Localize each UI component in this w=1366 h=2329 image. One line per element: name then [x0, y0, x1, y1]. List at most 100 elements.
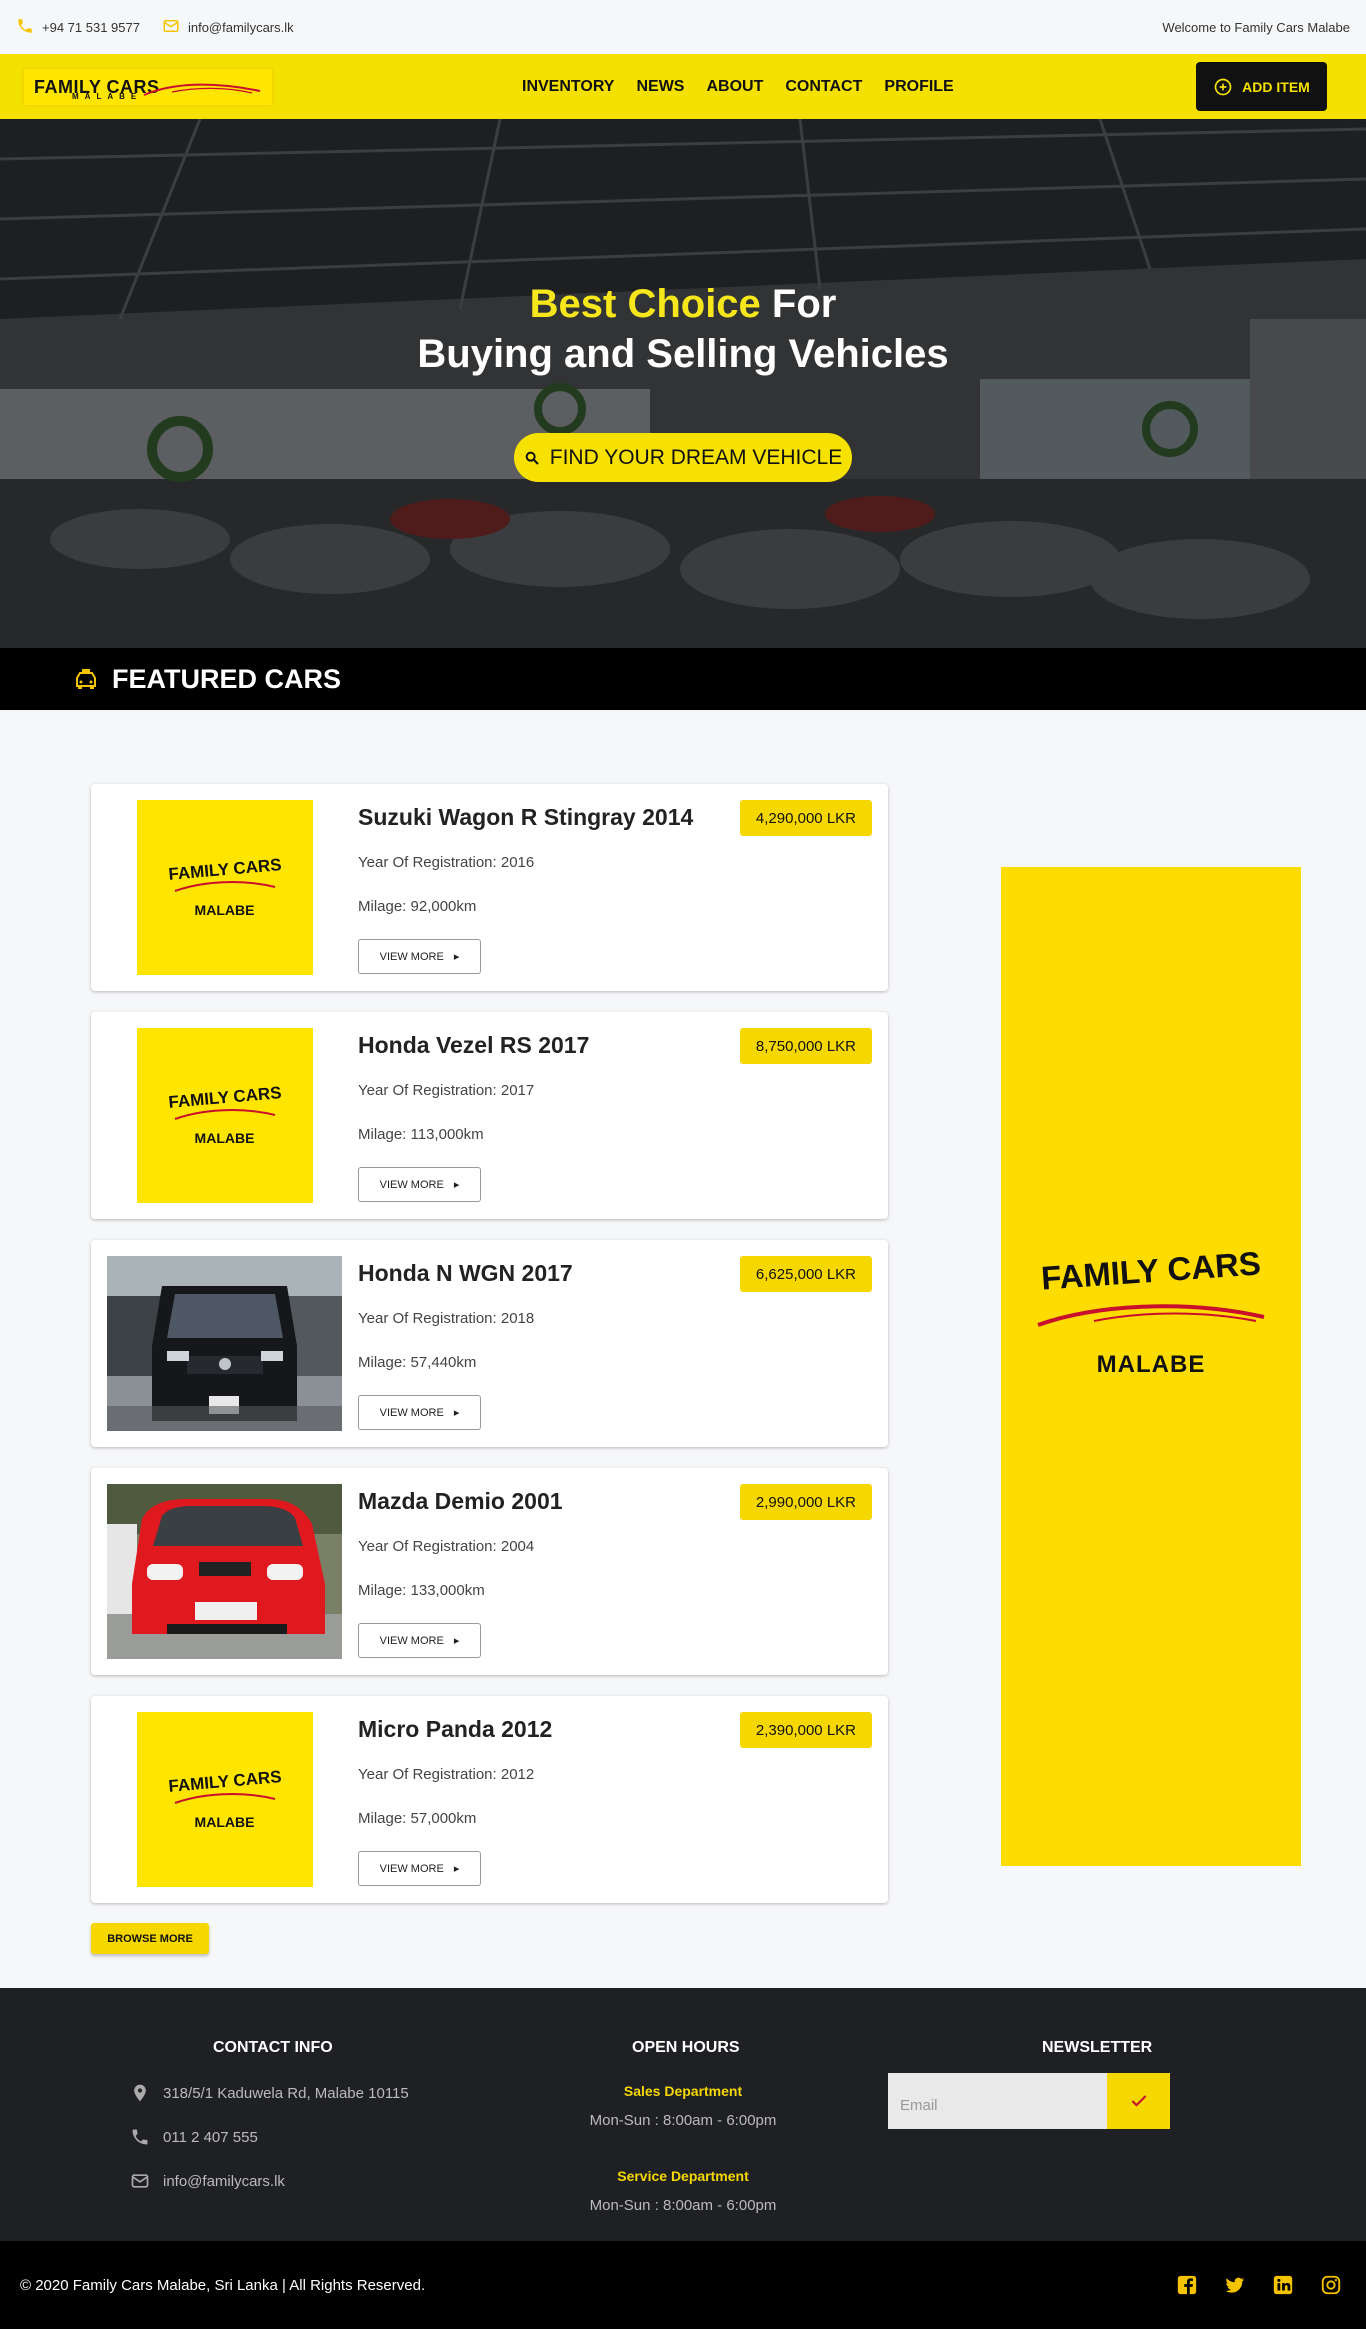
footer-email[interactable]: info@familycars.lk [130, 2171, 285, 2191]
car-registration: Year Of Registration: 2004 [358, 1538, 535, 1555]
phone-icon [16, 17, 34, 38]
search-icon [525, 451, 539, 465]
car-card: Honda N WGN 2017 Year Of Registration: 2… [91, 1240, 888, 1447]
footer-email-text: info@familycars.lk [163, 2172, 285, 2190]
nav-about[interactable]: ABOUT [706, 78, 763, 96]
hero-banner: Best Choice For Buying and Selling Vehic… [0, 119, 1366, 648]
mail-icon [131, 2174, 149, 2188]
service-hours: Mon-Sun : 8:00am - 6:00pm [589, 2197, 777, 2214]
car-swoosh-icon [143, 83, 261, 96]
open-hours-heading: OPEN HOURS [632, 2039, 740, 2056]
car-name[interactable]: Mazda Demio 2001 [358, 1488, 563, 1515]
price-badge: 8,750,000 LKR [739, 1028, 872, 1064]
newsletter-email-input[interactable]: Email [888, 2073, 1107, 2129]
social-links [1176, 2274, 1342, 2296]
hero-overlay [0, 119, 1366, 648]
view-more-button[interactable]: VIEW MORE ▸ [358, 939, 481, 974]
car-name[interactable]: Suzuki Wagon R Stingray 2014 [358, 804, 693, 831]
main-navbar: FAMILY CARS MALABE INVENTORY NEWS ABOUT … [0, 54, 1366, 119]
nav-profile[interactable]: PROFILE [884, 78, 953, 96]
hero-title-highlight: Best Choice [529, 282, 761, 326]
linkedin-icon[interactable] [1272, 2274, 1294, 2296]
footer-address: 318/5/1 Kaduwela Rd, Malabe 10115 [130, 2083, 409, 2103]
view-more-button[interactable]: VIEW MORE ▸ [358, 1623, 481, 1658]
plus-circle-icon [1214, 78, 1232, 95]
newsletter-submit-button[interactable] [1107, 2073, 1170, 2129]
site-footer: CONTACT INFO 318/5/1 Kaduwela Rd, Malabe… [0, 1988, 1366, 2241]
car-registration: Year Of Registration: 2012 [358, 1766, 535, 1783]
instagram-icon[interactable] [1320, 2274, 1342, 2296]
view-more-label: VIEW MORE [379, 950, 444, 963]
featured-heading: FEATURED CARS [112, 663, 341, 694]
topbar-email[interactable]: info@familycars.lk [162, 17, 294, 38]
hero-title-line2: Buying and Selling Vehicles [417, 332, 949, 376]
top-info-bar: +94 71 531 9577 info@familycars.lk Welco… [0, 0, 1366, 54]
checkmark-icon [1131, 2095, 1146, 2107]
add-item-button[interactable]: ADD ITEM [1196, 62, 1327, 111]
car-milage: Milage: 113,000km [358, 1126, 484, 1143]
caret-right-icon: ▸ [453, 951, 460, 963]
car-thumbnail[interactable]: FAMILY CARS MALABE [107, 1712, 342, 1887]
featured-content: FAMILY CARS MALABE Suzuki Wagon R Stingr… [0, 710, 1366, 1988]
footer-phone[interactable]: 011 2 407 555 [130, 2127, 258, 2147]
sidebar-ad-banner[interactable]: FAMILY CARS MALABE [1001, 867, 1301, 1866]
featured-cars-header: FEATURED CARS [0, 648, 1366, 710]
price-badge: 2,390,000 LKR [739, 1712, 872, 1748]
view-more-label: VIEW MORE [379, 1178, 444, 1191]
find-vehicle-button[interactable]: FIND YOUR DREAM VEHICLE [514, 433, 852, 482]
car-name[interactable]: Honda N WGN 2017 [358, 1260, 573, 1287]
price-badge: 2,990,000 LKR [739, 1484, 872, 1520]
view-more-label: VIEW MORE [379, 1406, 444, 1419]
copyright-bar: © 2020 Family Cars Malabe, Sri Lanka | A… [0, 2241, 1366, 2329]
nav-news[interactable]: NEWS [636, 78, 684, 96]
caret-right-icon: ▸ [453, 1179, 460, 1191]
car-thumbnail[interactable] [107, 1256, 342, 1431]
facebook-icon[interactable] [1176, 2274, 1198, 2296]
view-more-button[interactable]: VIEW MORE ▸ [358, 1395, 481, 1430]
sales-hours: Mon-Sun : 8:00am - 6:00pm [589, 2112, 777, 2129]
mail-icon [162, 17, 180, 38]
placeholder-subtitle: MALABE [194, 1130, 255, 1146]
ad-subtitle: MALABE [1096, 1351, 1206, 1378]
price-badge: 4,290,000 LKR [739, 800, 872, 836]
car-thumbnail[interactable] [107, 1484, 342, 1659]
topbar-phone-text: +94 71 531 9577 [42, 19, 140, 35]
car-card: FAMILY CARS MALABE Suzuki Wagon R Stingr… [91, 784, 888, 991]
car-thumbnail[interactable]: FAMILY CARS MALABE [107, 1028, 342, 1203]
view-more-button[interactable]: VIEW MORE ▸ [358, 1167, 481, 1202]
browse-more-button[interactable]: BROWSE MORE [91, 1923, 209, 1954]
logo-subtitle: MALABE [72, 91, 143, 101]
topbar-email-text: info@familycars.lk [187, 19, 294, 35]
service-department-label: Service Department [617, 2168, 749, 2184]
car-registration: Year Of Registration: 2016 [358, 854, 535, 871]
copyright-text: © 2020 Family Cars Malabe, Sri Lanka | A… [20, 2276, 426, 2294]
car-name[interactable]: Micro Panda 2012 [358, 1716, 552, 1743]
caret-right-icon: ▸ [453, 1407, 460, 1419]
logo-placeholder-image: FAMILY CARS MALABE [136, 1028, 313, 1203]
car-thumbnail[interactable]: FAMILY CARS MALABE [107, 800, 342, 975]
welcome-text: Welcome to Family Cars Malabe [1162, 19, 1350, 35]
black-car-photo [107, 1256, 342, 1431]
view-more-label: VIEW MORE [379, 1634, 444, 1647]
view-more-button[interactable]: VIEW MORE ▸ [358, 1851, 481, 1886]
nav-contact[interactable]: CONTACT [785, 78, 862, 96]
address-text: 318/5/1 Kaduwela Rd, Malabe 10115 [163, 2084, 409, 2102]
sales-department-label: Sales Department [623, 2083, 743, 2099]
placeholder-subtitle: MALABE [194, 902, 255, 918]
car-milage: Milage: 57,440km [358, 1354, 477, 1371]
phone-icon [132, 2129, 148, 2145]
nav-inventory[interactable]: INVENTORY [522, 78, 614, 96]
car-swoosh-icon [1037, 1304, 1265, 1327]
car-milage: Milage: 133,000km [358, 1582, 485, 1599]
twitter-icon[interactable] [1224, 2274, 1246, 2296]
car-name[interactable]: Honda Vezel RS 2017 [358, 1032, 589, 1059]
site-logo[interactable]: FAMILY CARS MALABE [22, 66, 274, 107]
hero-title-rest: For [771, 282, 837, 326]
caret-right-icon: ▸ [453, 1635, 460, 1647]
car-card: FAMILY CARS MALABE Micro Panda 2012 Year… [91, 1696, 888, 1903]
placeholder-subtitle: MALABE [194, 1814, 255, 1830]
footer-phone-text: 011 2 407 555 [163, 2128, 258, 2146]
main-menu: INVENTORY NEWS ABOUT CONTACT PROFILE [522, 78, 954, 96]
topbar-phone[interactable]: +94 71 531 9577 [16, 17, 140, 38]
featured-cars-list: FAMILY CARS MALABE Suzuki Wagon R Stingr… [91, 784, 888, 1924]
